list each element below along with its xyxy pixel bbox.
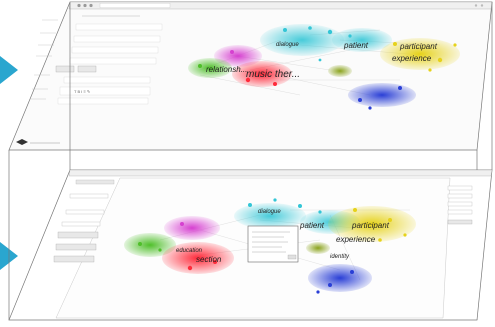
- right-field[interactable]: [447, 185, 473, 191]
- right-button[interactable]: [447, 219, 473, 225]
- olive-cluster: [328, 65, 352, 77]
- form-field[interactable]: [75, 23, 163, 31]
- address-bar[interactable]: [99, 3, 171, 8]
- olive-cluster: [306, 242, 330, 254]
- bottom-panel: dialogue patient participant experience …: [8, 169, 493, 321]
- top-label-music-therapy: music ther...: [246, 69, 300, 80]
- sidebar-button[interactable]: [53, 255, 95, 263]
- bottom-label-experience: experience: [336, 235, 376, 244]
- top-label-participant: participant: [399, 42, 438, 51]
- bottom-label-identity: identity: [330, 254, 350, 260]
- dialog-ok-button[interactable]: [287, 254, 297, 260]
- sidebar-button[interactable]: [55, 243, 97, 251]
- form-field[interactable]: [57, 97, 149, 105]
- form-field[interactable]: [63, 76, 151, 84]
- cyan-cluster: [234, 203, 306, 229]
- top-label-patient: patient: [343, 41, 369, 50]
- bottom-label-participant: participant: [351, 221, 390, 230]
- cyan-cluster: [260, 24, 344, 56]
- form-field[interactable]: [73, 35, 161, 43]
- top-label-dialogue: dialogue: [276, 42, 299, 48]
- blue-cluster: [308, 264, 372, 292]
- forward-icon: [83, 3, 87, 8]
- top-label-experience: experience: [392, 54, 432, 63]
- sidebar-button[interactable]: [75, 179, 115, 185]
- bottom-label-section: section: [196, 255, 222, 264]
- form-field[interactable]: [71, 46, 159, 54]
- sidebar-field[interactable]: [61, 221, 101, 227]
- bottom-browser-bar: [68, 169, 493, 177]
- bottom-label-education: education: [176, 248, 203, 254]
- figure-stage: T B I ≡ ✎ patient participant experience…: [0, 0, 495, 327]
- toolbar-icon: [480, 4, 484, 7]
- perspective-drawing: T B I ≡ ✎ patient participant experience…: [8, 1, 493, 321]
- right-field[interactable]: [447, 209, 473, 215]
- right-field[interactable]: [447, 201, 473, 207]
- toolbar-glyphs: T B I ≡ ✎: [74, 89, 90, 94]
- blue-cluster: [348, 83, 416, 107]
- sidebar-field[interactable]: [69, 193, 109, 199]
- top-label-relationship: relationsh...: [206, 65, 247, 74]
- form-field[interactable]: [69, 57, 157, 65]
- bottom-label-dialogue: dialogue: [258, 209, 281, 215]
- sidebar-button[interactable]: [57, 231, 99, 239]
- right-field[interactable]: [447, 193, 473, 199]
- form-button[interactable]: [77, 65, 97, 73]
- reload-icon: [89, 3, 93, 8]
- toolbar-icon: [474, 4, 478, 7]
- sidebar-field[interactable]: [65, 209, 105, 215]
- search-dialog: [247, 225, 299, 263]
- back-icon: [77, 3, 81, 8]
- top-panel: T B I ≡ ✎ patient participant experience…: [8, 1, 493, 151]
- bottom-label-patient: patient: [299, 221, 325, 230]
- form-button[interactable]: [55, 65, 75, 73]
- magenta-cluster: [164, 216, 220, 240]
